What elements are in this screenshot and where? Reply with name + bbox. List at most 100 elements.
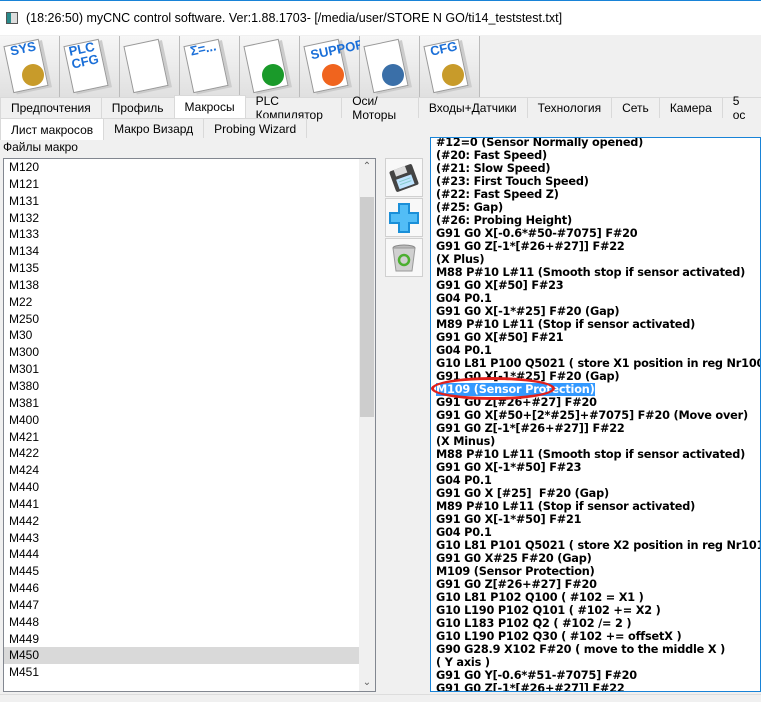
macro-file-item[interactable]: M381 <box>4 395 360 412</box>
code-line-text: M109 (Sensor Protection) <box>436 565 595 578</box>
code-line-text: M89 P#10 L#11 (Stop if sensor activated) <box>436 500 696 513</box>
macro-file-item[interactable]: M448 <box>4 614 360 631</box>
code-line-text: (X Plus) <box>436 253 485 266</box>
code-line-text: G04 P0.1 <box>436 292 492 305</box>
macro-file-item[interactable]: M422 <box>4 445 360 462</box>
code-line-text: G91 G0 Y[-0.6*#51-#7075] F#20 <box>436 669 637 682</box>
code-line-text: ( Y axis ) <box>436 656 490 669</box>
macro-file-item[interactable]: M442 <box>4 513 360 530</box>
recycle-bin-icon <box>392 244 416 271</box>
macro-file-item[interactable]: M400 <box>4 412 360 429</box>
macro-file-item[interactable]: M132 <box>4 210 360 227</box>
toolbar-button-cfg[interactable]: CFG <box>420 36 480 97</box>
macro-file-item[interactable]: M440 <box>4 479 360 496</box>
macro-file-item[interactable]: M446 <box>4 580 360 597</box>
macro-file-item[interactable]: M138 <box>4 277 360 294</box>
tab-7[interactable]: Сеть <box>611 97 660 118</box>
macro-file-item[interactable]: M441 <box>4 496 360 513</box>
code-line-text: G91 G0 X#25 F#20 (Gap) <box>436 552 592 565</box>
tab-2[interactable]: Макросы <box>173 95 246 118</box>
macro-file-item[interactable]: M447 <box>4 597 360 614</box>
tab-4[interactable]: Оси/Моторы <box>341 94 419 122</box>
subtab-1[interactable]: Макро Визард <box>103 118 205 138</box>
code-line-text: G91 G0 X[#50+[2*#25]+#7075] F#20 (Move o… <box>436 409 748 422</box>
macro-file-item[interactable]: M445 <box>4 563 360 580</box>
toolbar-button-info[interactable] <box>240 36 300 97</box>
code-line: (#20: Fast Speed) <box>436 149 760 162</box>
list-scrollbar[interactable]: ⌃ ⌄ <box>359 159 375 691</box>
toolbar-button-plc-cfg[interactable]: PLC CFG <box>60 36 120 97</box>
macro-file-item[interactable]: M300 <box>4 344 360 361</box>
scroll-down-icon[interactable]: ⌄ <box>359 675 375 691</box>
macro-file-item[interactable]: M443 <box>4 530 360 547</box>
tab-0[interactable]: Предпочтения <box>0 97 102 118</box>
code-line-text: G10 L183 P102 Q2 ( #102 /= 2 ) <box>436 617 632 630</box>
toolbar-button-support[interactable]: SUPPORT <box>300 35 374 97</box>
macro-file-item[interactable]: M22 <box>4 294 360 311</box>
subtab-0[interactable]: Лист макросов <box>0 118 105 140</box>
document-document-icon <box>123 38 169 94</box>
macro-file-item[interactable]: M133 <box>4 226 360 243</box>
macro-file-item[interactable]: M380 <box>4 378 360 395</box>
macro-file-item[interactable]: M250 <box>4 311 360 328</box>
tab-5[interactable]: Входы+Датчики <box>417 97 528 118</box>
cfg-symbol-icon <box>442 64 464 86</box>
code-line: G91 G0 Y[-0.6*#51-#7075] F#20 <box>436 669 760 682</box>
toolbar-button-database[interactable] <box>360 36 420 97</box>
sub-tabs: Лист макросов Макро Визард Probing Wizard <box>0 118 308 140</box>
info-symbol-icon <box>262 64 284 86</box>
code-line: M88 P#10 L#11 (Smooth stop if sensor act… <box>436 266 760 279</box>
scroll-up-icon[interactable]: ⌃ <box>359 159 375 175</box>
tab-6[interactable]: Технология <box>526 97 613 118</box>
tab-9[interactable]: 5 ос <box>721 94 761 122</box>
tab-8[interactable]: Камера <box>658 97 723 118</box>
toolbar-button-formula[interactable]: Σ=... <box>180 36 240 97</box>
subtab-2[interactable]: Probing Wizard <box>203 118 308 138</box>
macro-file-item[interactable]: M301 <box>4 361 360 378</box>
code-line: M109 (Sensor Protection) <box>431 377 760 400</box>
macro-file-item[interactable]: M131 <box>4 193 360 210</box>
macro-file-item[interactable]: M451 <box>4 664 360 681</box>
toolbar: SYS PLC CFG Σ=... SUPPORT CFG <box>0 35 480 97</box>
code-line-text: G10 L190 P102 Q101 ( #102 += X2 ) <box>436 604 661 617</box>
code-line-text: G04 P0.1 <box>436 526 492 539</box>
macro-file-item[interactable]: M449 <box>4 631 360 648</box>
add-macro-button[interactable] <box>385 198 423 237</box>
macro-file-list[interactable]: M120 M121 M131 M132 M133 M134 M135 M138 M22 M250 M… <box>3 158 376 692</box>
tab-3[interactable]: PLC Компилятор <box>244 94 343 122</box>
macro-file-item[interactable]: M135 <box>4 260 360 277</box>
macro-file-item[interactable]: M424 <box>4 462 360 479</box>
scrollbar-thumb[interactable] <box>360 197 374 417</box>
save-button[interactable] <box>385 158 423 197</box>
macro-file-item[interactable]: M134 <box>4 243 360 260</box>
code-line: M89 P#10 L#11 (Stop if sensor activated) <box>436 318 760 331</box>
code-line: G10 L81 P101 Q5021 ( store X2 position i… <box>436 539 760 552</box>
macro-file-item[interactable]: M450 <box>4 647 360 665</box>
code-line: G91 G0 Z[-1*[#26+#27]] F#22 <box>436 240 760 253</box>
delete-macro-button[interactable] <box>385 238 423 277</box>
toolbar-button-sys[interactable]: SYS <box>0 36 60 97</box>
code-line: G10 L81 P100 Q5021 ( store X1 position i… <box>436 357 760 370</box>
code-line: G91 G0 X[-1*#25] F#20 (Gap) <box>436 305 760 318</box>
tab-1[interactable]: Профиль <box>100 97 175 118</box>
macro-code-editor[interactable]: #12=0 (Sensor Normally opened) (#20: Fast… <box>430 137 761 692</box>
code-line-text: (#22: Fast Speed Z) <box>436 188 559 201</box>
toolbar-button-document[interactable] <box>120 36 180 97</box>
macro-file-item[interactable]: M421 <box>4 429 360 446</box>
code-line: G91 G0 X[#50] F#23 <box>436 279 760 292</box>
macro-file-item[interactable]: M444 <box>4 546 360 563</box>
code-line-text: (#26: Probing Height) <box>436 214 572 227</box>
code-line-text: (#25: Gap) <box>436 201 503 214</box>
code-line: G10 L190 P102 Q101 ( #102 += X2 ) <box>436 604 760 617</box>
code-line-text: (#21: Slow Speed) <box>436 162 551 175</box>
code-line-text: G91 G0 X [#25] F#20 (Gap) <box>436 487 609 500</box>
macro-file-item[interactable]: M121 <box>4 176 360 193</box>
toolbar-label-plc-cfg: PLC CFG <box>67 38 101 72</box>
code-line: G04 P0.1 <box>436 474 760 487</box>
macro-file-item[interactable]: M30 <box>4 327 360 344</box>
code-line: (X Minus) <box>436 435 760 448</box>
macro-file-item[interactable]: M120 <box>4 159 360 176</box>
title-bar: (18:26:50) myCNC control software. Ver:1… <box>0 0 761 35</box>
code-line: ( Y axis ) <box>436 656 760 669</box>
code-line-text: G10 L81 P102 Q100 ( #102 = X1 ) <box>436 591 644 604</box>
